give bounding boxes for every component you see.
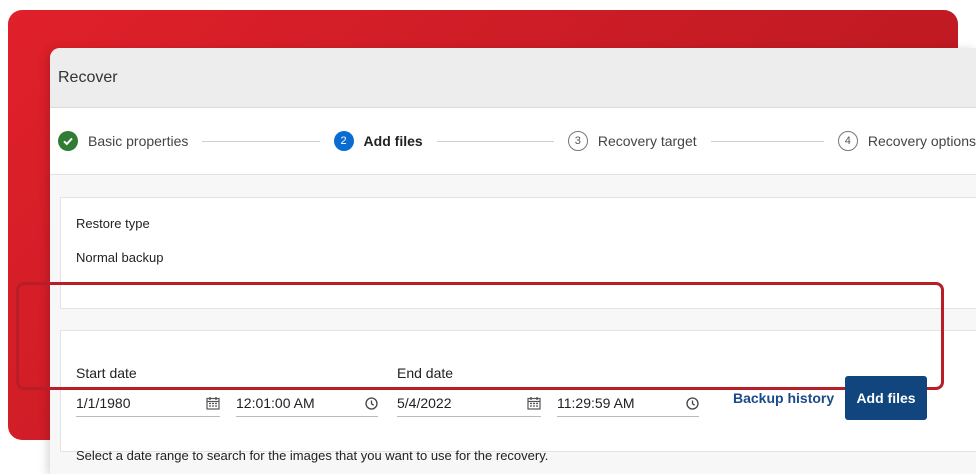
add-files-button[interactable]: Add files — [845, 376, 927, 420]
calendar-icon[interactable] — [527, 396, 541, 410]
step-add-files[interactable]: 2 Add files — [333, 131, 423, 151]
clock-icon[interactable] — [365, 396, 378, 410]
date-range-helper-text: Select a date range to search for the im… — [76, 448, 549, 463]
start-time-value: 12:01:00 AM — [236, 395, 315, 411]
step-divider — [436, 140, 554, 142]
step-recovery-options[interactable]: 4 Recovery options — [837, 131, 976, 151]
restore-type-label: Restore type — [76, 216, 150, 231]
start-date-value: 1/1/1980 — [76, 395, 131, 411]
step-label: Recovery options — [867, 133, 976, 149]
backup-history-button[interactable]: Backup history — [733, 390, 834, 406]
title-bar: Recover — [50, 48, 976, 108]
window-title: Recover — [58, 68, 118, 86]
end-time-field[interactable]: 11:29:59 AM — [557, 390, 699, 417]
step-divider — [202, 140, 320, 142]
end-date-field[interactable]: 5/4/2022 — [397, 390, 541, 417]
step-recovery-target[interactable]: 3 Recovery target — [567, 131, 697, 151]
restore-type-value: Normal backup — [76, 250, 164, 265]
end-time-value: 11:29:59 AM — [557, 395, 635, 411]
start-time-field[interactable]: 12:01:00 AM — [236, 390, 378, 417]
highlight-frame — [16, 282, 944, 390]
step-label: Add files — [363, 133, 423, 149]
step-label: Recovery target — [597, 133, 697, 149]
step-number: 3 — [567, 131, 588, 151]
wizard-stepper: Basic properties 2 Add files 3 Recovery … — [50, 108, 976, 175]
clock-icon[interactable] — [686, 396, 699, 410]
end-date-label: End date — [397, 365, 454, 381]
step-divider — [710, 140, 824, 142]
end-date-value: 5/4/2022 — [397, 395, 452, 411]
start-date-label: Start date — [76, 365, 137, 381]
step-label: Basic properties — [88, 133, 189, 149]
calendar-icon[interactable] — [206, 396, 220, 410]
step-number: 4 — [837, 131, 858, 151]
step-basic-properties[interactable]: Basic properties — [58, 131, 188, 151]
step-number: 2 — [333, 131, 354, 151]
start-date-field[interactable]: 1/1/1980 — [76, 390, 220, 417]
check-icon — [58, 131, 78, 151]
